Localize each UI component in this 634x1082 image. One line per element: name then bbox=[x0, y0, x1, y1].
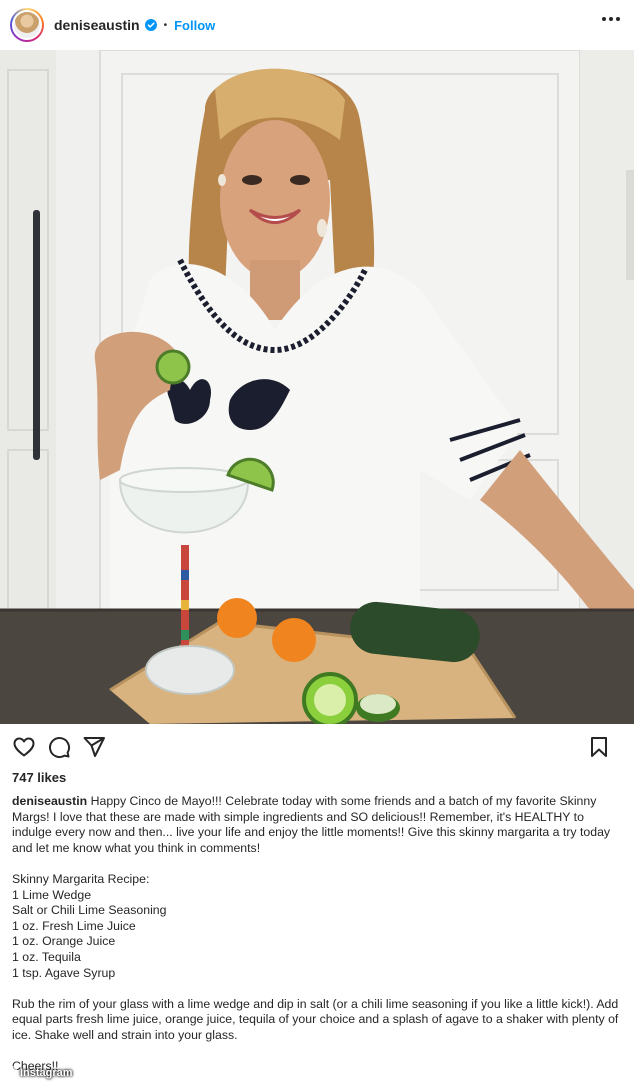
heart-icon[interactable] bbox=[12, 735, 36, 759]
post-caption: deniseaustin Happy Cinco de Mayo!!! Cele… bbox=[12, 794, 624, 1075]
ingredient-item: 1 oz. Tequila bbox=[12, 949, 81, 964]
post-photo[interactable] bbox=[0, 50, 634, 724]
recipe-title: Skinny Margarita Recipe: bbox=[12, 871, 150, 886]
bookmark-icon[interactable] bbox=[587, 735, 611, 759]
separator-dot: • bbox=[163, 19, 168, 31]
ingredient-item: 1 Lime Wedge bbox=[12, 887, 92, 902]
watermark-text: Instagram bbox=[20, 1067, 73, 1079]
ingredient-item: 1 oz. Orange Juice bbox=[12, 934, 116, 949]
avatar-story-ring[interactable] bbox=[10, 8, 44, 42]
instagram-watermark: Instagram bbox=[6, 1066, 73, 1080]
ingredient-item: 1 oz. Fresh Lime Juice bbox=[12, 918, 136, 933]
caption-intro: deniseaustin Happy Cinco de Mayo!!! Cele… bbox=[12, 794, 624, 856]
avatar[interactable] bbox=[12, 10, 42, 40]
more-options-icon[interactable] bbox=[602, 17, 620, 21]
recipe-instructions: Rub the rim of your glass with a lime we… bbox=[12, 996, 619, 1042]
like-count[interactable]: 747 likes bbox=[12, 770, 66, 785]
follow-button[interactable]: Follow bbox=[174, 18, 215, 33]
post-header: deniseaustin • Follow bbox=[0, 0, 634, 50]
comment-icon[interactable] bbox=[47, 735, 71, 759]
ingredient-item: Salt or Chili Lime Seasoning bbox=[12, 903, 167, 918]
caption-username[interactable]: deniseaustin bbox=[12, 794, 87, 808]
caption-intro-text: Happy Cinco de Mayo!!! Celebrate today w… bbox=[12, 794, 611, 855]
send-icon[interactable] bbox=[82, 735, 106, 759]
username[interactable]: deniseaustin bbox=[54, 17, 140, 33]
camera-icon bbox=[6, 1066, 17, 1080]
caption-signoff: Cheers!! bbox=[12, 1059, 59, 1074]
ingredient-item: 1 tsp. Agave Syrup bbox=[12, 965, 116, 980]
verified-badge-icon bbox=[144, 19, 157, 31]
post-actions bbox=[0, 724, 634, 770]
